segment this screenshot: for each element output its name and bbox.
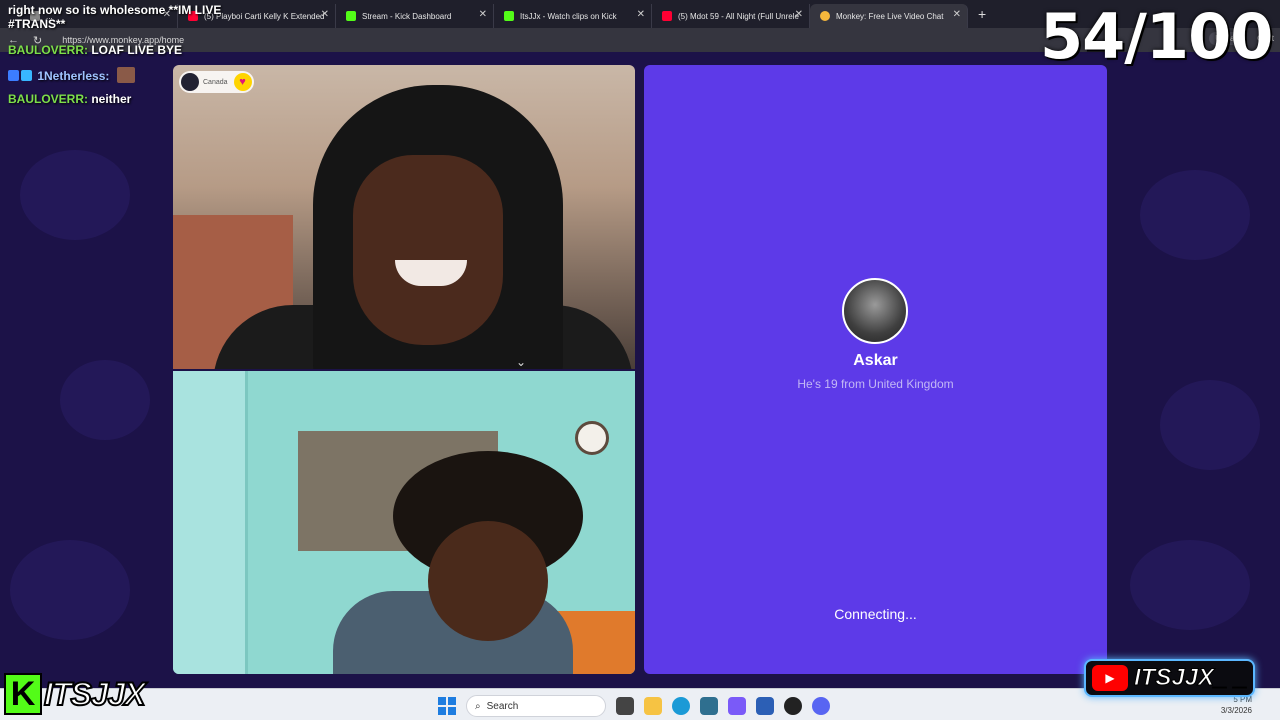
taskbar-clock[interactable]: 5 PM 3/3/2026 [1221, 694, 1252, 716]
self-video [173, 371, 635, 674]
connecting-status: Connecting... [834, 606, 917, 622]
match-name: Askar [853, 352, 898, 369]
browser-tab-active[interactable]: Monkey: Free Live Video Chat ✕ [810, 4, 968, 28]
match-details: He's 19 from United Kingdom [797, 377, 954, 391]
chat-message: 1Netherless: [8, 67, 135, 83]
match-connecting-panel: Askar He's 19 from United Kingdom Connec… [644, 65, 1107, 674]
video-background [173, 371, 248, 674]
clock-date: 3/3/2026 [1220, 706, 1252, 715]
browser-tab[interactable]: (5) Mdot 59 - All Night (Full Unrele ✕ [652, 4, 810, 28]
youtube-play-icon: ▶ [1092, 665, 1128, 691]
video-background [575, 421, 609, 455]
progress-counter: 54/100 [1040, 0, 1273, 73]
background-blob [20, 150, 130, 240]
avatar [842, 278, 908, 344]
chat-username: BAULOVERR: [8, 43, 88, 57]
store-icon[interactable] [756, 697, 774, 715]
windows-start-icon[interactable] [438, 697, 456, 715]
taskbar-search-input[interactable]: ⌕ Search [466, 695, 606, 717]
new-tab-plus-icon[interactable]: + [978, 6, 986, 22]
youtube-channel-logo: ▶ ITSJJX_ _ [1084, 659, 1256, 697]
tab-label: Stream - Kick Dashboard [362, 11, 452, 21]
taskbar-icons: ⌕ Search [438, 695, 830, 717]
stranger-info-badge[interactable]: Canada ♥ [179, 71, 254, 93]
browser-tab[interactable]: ItsJJx - Watch clips on Kick ✕ [494, 4, 652, 28]
kick-channel-name: ITSJJX [43, 675, 147, 713]
background-blob [1160, 380, 1260, 470]
obs-icon[interactable] [784, 697, 802, 715]
edge-icon[interactable] [672, 697, 690, 715]
chat-username: BAULOVERR: [8, 92, 88, 106]
file-explorer-icon[interactable] [644, 697, 662, 715]
close-icon[interactable]: ✕ [795, 9, 803, 20]
task-view-icon[interactable] [616, 697, 634, 715]
chat-badge-icon [8, 70, 19, 81]
search-placeholder: Search [486, 700, 519, 712]
tab-label: (5) Mdot 59 - All Night (Full Unrele [678, 11, 799, 21]
monkey-favicon-icon [820, 11, 830, 21]
background-blob [1140, 170, 1250, 260]
chat-text: LOAF LIVE BYE [91, 43, 183, 57]
video-person [353, 155, 503, 345]
avatar [181, 73, 199, 91]
close-icon[interactable]: ✕ [321, 9, 329, 20]
background-blob [10, 540, 130, 640]
discord-icon[interactable] [812, 697, 830, 715]
app-icon[interactable] [700, 697, 718, 715]
close-icon[interactable]: ✕ [953, 9, 961, 20]
chevron-down-icon[interactable]: ⌄ [516, 355, 526, 369]
tab-label: Monkey: Free Live Video Chat [836, 11, 944, 21]
stream-chat-title: right now so its wholesome **IM LIVE #TR… [8, 3, 222, 31]
heart-icon[interactable]: ♥ [233, 73, 252, 91]
kick-logo-icon: K [4, 673, 42, 715]
tab-label: ItsJJx - Watch clips on Kick [520, 11, 617, 21]
background-blob [1130, 540, 1250, 630]
youtube-channel-name: ITSJJX_ _ [1133, 664, 1248, 692]
kick-favicon-icon [504, 11, 514, 21]
search-icon: ⌕ [475, 700, 481, 712]
background-blob [60, 360, 150, 440]
chat-emote-icon [116, 67, 135, 83]
country-label: Canada [203, 78, 228, 86]
stranger-video: Canada ♥ ⌄ [173, 65, 635, 369]
app-icon[interactable] [728, 697, 746, 715]
chat-username: 1Netherless: [37, 69, 110, 83]
youtube-favicon-icon [662, 11, 672, 21]
chat-message: BAULOVERR: LOAF LIVE BYE [8, 43, 182, 57]
kick-favicon-icon [346, 11, 356, 21]
chat-message: BAULOVERR: neither [8, 92, 131, 106]
close-icon[interactable]: ✕ [637, 9, 645, 20]
close-icon[interactable]: ✕ [479, 9, 487, 20]
chat-text: neither [91, 92, 132, 106]
kick-channel-logo: K ITSJJX [4, 672, 147, 716]
video-person [428, 521, 548, 641]
browser-tab[interactable]: Stream - Kick Dashboard ✕ [336, 4, 494, 28]
chat-badge-icon [21, 70, 32, 81]
